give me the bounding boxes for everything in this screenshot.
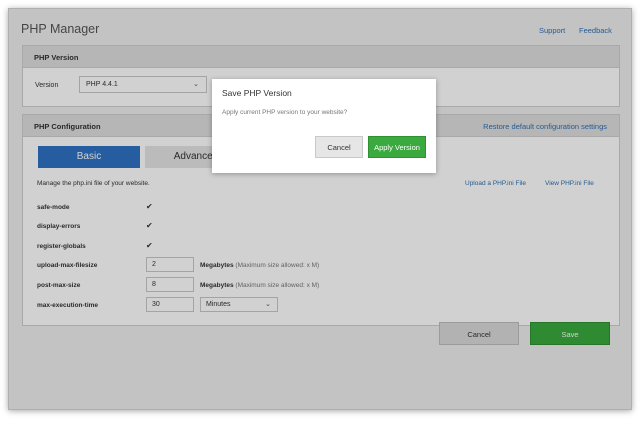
dialog-title: Save PHP Version bbox=[222, 88, 292, 98]
dialog-cancel-button[interactable]: Cancel bbox=[315, 136, 363, 158]
save-php-version-dialog: Save PHP Version Apply current PHP versi… bbox=[212, 79, 436, 173]
modal-backdrop bbox=[8, 8, 632, 410]
dialog-message: Apply current PHP version to your websit… bbox=[222, 109, 348, 116]
apply-version-button[interactable]: Apply Version bbox=[368, 136, 426, 158]
